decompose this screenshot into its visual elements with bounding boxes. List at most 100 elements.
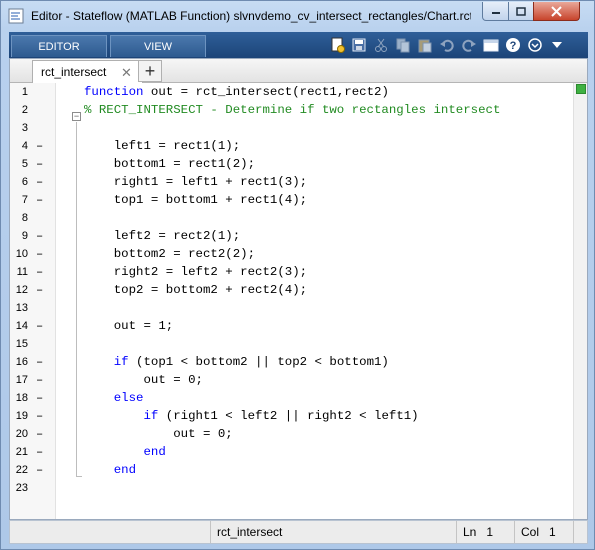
- line-number-gutter[interactable]: 1 2 3 4–5–6–7–8 9–10–11–12–13 14–15 16–17–18–1…: [10, 83, 56, 519]
- quick-access-toolbar: ?: [327, 35, 567, 55]
- breakpoint-marker[interactable]: –: [36, 245, 44, 263]
- breakpoint-marker[interactable]: –: [36, 191, 44, 209]
- status-bar: rct_intersect Ln 1 Col 1: [9, 520, 588, 544]
- code-line[interactable]: right1 = left1 + rect1(3);: [84, 173, 307, 191]
- breakpoint-marker[interactable]: –: [36, 281, 44, 299]
- col-value: 1: [549, 525, 556, 539]
- breakpoint-marker[interactable]: –: [36, 443, 44, 461]
- line-number: 13: [15, 302, 28, 314]
- line-number: 11: [16, 266, 28, 278]
- line-number: 2: [21, 104, 28, 116]
- code-area[interactable]: − function out = rct_intersect(rect1,rec…: [56, 83, 573, 519]
- redo-icon[interactable]: [459, 35, 479, 55]
- editor-panel: rct_intersect ✕ + 1 2 3 4–5–6–7–8 9–10–11–12…: [9, 58, 588, 520]
- column-indicator: Col 1: [514, 521, 574, 543]
- col-label: Col: [521, 525, 540, 539]
- new-icon[interactable]: [327, 35, 347, 55]
- line-number: 4: [21, 140, 28, 152]
- add-tab-button[interactable]: +: [138, 60, 162, 82]
- line-number: 23: [15, 482, 28, 494]
- vertical-scrollbar[interactable]: [573, 83, 587, 519]
- line-number: 17: [15, 374, 28, 386]
- code-line[interactable]: out = 1;: [84, 317, 174, 335]
- minimize-icon: [491, 12, 500, 14]
- options-icon[interactable]: [525, 35, 545, 55]
- code-analyzer-status-icon[interactable]: [576, 84, 586, 94]
- line-number: 19: [15, 410, 28, 422]
- ln-label: Ln: [463, 525, 477, 539]
- matlab-editor-icon: [8, 8, 24, 24]
- copy-icon[interactable]: [393, 35, 413, 55]
- breakpoint-marker[interactable]: –: [36, 317, 44, 335]
- close-button[interactable]: [533, 2, 580, 21]
- line-number: 6: [21, 176, 28, 188]
- line-number: 22: [15, 464, 28, 476]
- line-number: 16: [15, 356, 28, 368]
- line-number: 9: [21, 230, 28, 242]
- line-indicator: Ln 1: [456, 521, 514, 543]
- breakpoint-marker[interactable]: –: [36, 227, 44, 245]
- breakpoint-marker[interactable]: –: [36, 425, 44, 443]
- line-number: 10: [15, 248, 28, 260]
- code-line[interactable]: bottom1 = rect1(2);: [84, 155, 255, 173]
- line-number: 3: [21, 122, 28, 134]
- current-function-name: rct_intersect: [210, 521, 456, 543]
- line-number: 1: [21, 86, 28, 98]
- document-tab-rct-intersect[interactable]: rct_intersect ✕: [32, 60, 143, 83]
- breakpoint-marker[interactable]: –: [36, 137, 44, 155]
- line-number: 14: [15, 320, 28, 332]
- code-line[interactable]: % RECT_INTERSECT - Determine if two rect…: [84, 101, 500, 119]
- close-icon: [551, 5, 562, 17]
- breakpoint-marker[interactable]: –: [36, 173, 44, 191]
- line-number: 18: [15, 392, 28, 404]
- document-tab-label: rct_intersect: [41, 65, 107, 79]
- code-line[interactable]: else: [84, 389, 144, 407]
- breakpoint-marker[interactable]: –: [36, 353, 44, 371]
- help-icon[interactable]: ?: [503, 35, 523, 55]
- breakpoint-marker[interactable]: –: [36, 263, 44, 281]
- collapse-icon[interactable]: [547, 35, 567, 55]
- breakpoint-marker[interactable]: –: [36, 407, 44, 425]
- line-number: 20: [15, 428, 28, 440]
- code-line[interactable]: top2 = bottom2 + rect2(4);: [84, 281, 307, 299]
- cut-icon[interactable]: [371, 35, 391, 55]
- line-number: 21: [15, 446, 28, 458]
- window-title: Editor - Stateflow (MATLAB Function) slv…: [31, 9, 471, 23]
- save-icon[interactable]: [349, 35, 369, 55]
- svg-text:?: ?: [510, 40, 517, 52]
- code-line[interactable]: top1 = bottom1 + rect1(4);: [84, 191, 307, 209]
- breakpoint-marker[interactable]: –: [36, 155, 44, 173]
- code-line[interactable]: left2 = rect2(1);: [84, 227, 240, 245]
- undo-icon[interactable]: [437, 35, 457, 55]
- tab-editor[interactable]: EDITOR: [11, 35, 107, 57]
- editor-window: Editor - Stateflow (MATLAB Function) slv…: [0, 0, 595, 550]
- maximize-icon: [516, 6, 526, 16]
- window-icon[interactable]: [481, 35, 501, 55]
- code-line[interactable]: if (right1 < left2 || right2 < left1): [84, 407, 419, 425]
- line-number: 7: [21, 194, 28, 206]
- breakpoint-marker[interactable]: –: [36, 371, 44, 389]
- document-tab-strip: rct_intersect ✕ +: [10, 59, 587, 83]
- title-bar[interactable]: Editor - Stateflow (MATLAB Function) slv…: [1, 1, 594, 31]
- code-line[interactable]: bottom2 = rect2(2);: [84, 245, 255, 263]
- line-number: 15: [15, 338, 28, 350]
- breakpoint-marker[interactable]: –: [36, 389, 44, 407]
- fold-guide-end: [76, 476, 82, 477]
- breakpoint-marker[interactable]: –: [36, 461, 44, 479]
- code-line[interactable]: end: [84, 443, 166, 461]
- toolstrip: EDITOR VIEW ?: [9, 32, 588, 58]
- code-line[interactable]: out = 0;: [84, 371, 203, 389]
- paste-icon[interactable]: [415, 35, 435, 55]
- close-tab-icon[interactable]: ✕: [121, 65, 132, 81]
- code-line[interactable]: if (top1 < bottom2 || top2 < bottom1): [84, 353, 389, 371]
- tab-view[interactable]: VIEW: [110, 35, 206, 57]
- code-line[interactable]: end: [84, 461, 136, 479]
- code-line[interactable]: out = 0;: [84, 425, 233, 443]
- maximize-button[interactable]: [508, 2, 534, 21]
- code-line[interactable]: right2 = left2 + rect2(3);: [84, 263, 307, 281]
- code-line[interactable]: left1 = rect1(1);: [84, 137, 240, 155]
- code-line[interactable]: function out = rct_intersect(rect1,rect2…: [84, 83, 389, 101]
- fold-toggle-icon[interactable]: −: [72, 112, 81, 121]
- minimize-button[interactable]: [482, 2, 509, 21]
- line-number: 8: [21, 212, 28, 224]
